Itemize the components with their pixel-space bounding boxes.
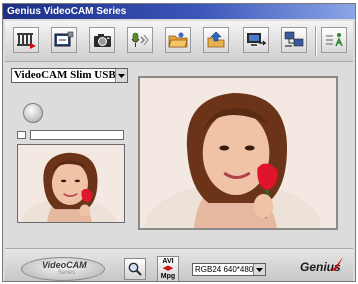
app-window: Genius VideoCAM Series VideoCAM Slim USB… (2, 3, 356, 282)
toolbar-separator (315, 26, 316, 56)
camera-icon (94, 34, 111, 47)
save-icon (207, 31, 225, 48)
window-title: Genius VideoCAM Series (7, 6, 127, 17)
open-folder-button[interactable] (165, 27, 191, 53)
settings-button[interactable] (321, 27, 347, 53)
videocam-logo-subtext: Series (58, 270, 76, 276)
chevron-down-icon[interactable] (115, 69, 127, 82)
audio-button[interactable] (127, 27, 153, 53)
chevron-down-icon[interactable] (253, 264, 265, 275)
list-settings-icon (326, 33, 343, 47)
resolution-value: RGB24 640*480 (195, 265, 254, 274)
format-mpg-label: Mpg (160, 273, 176, 280)
video-format-button[interactable] (13, 27, 39, 53)
format-avi-label: AVI (162, 258, 174, 265)
swap-arrows-icon: ◀▶ (162, 265, 174, 272)
resolution-select[interactable]: RGB24 640*480 (192, 263, 266, 276)
genius-swoosh-icon (332, 257, 343, 271)
monitor-export-icon (247, 33, 267, 46)
preview-toggle-checkbox[interactable] (17, 131, 26, 139)
snapshot-button[interactable] (89, 27, 115, 53)
preview-info-field[interactable] (30, 130, 124, 140)
avi-mpg-format-button[interactable]: AVI ◀▶ Mpg (157, 256, 179, 281)
woman-with-rose-image (140, 78, 336, 228)
folder-icon (168, 32, 188, 48)
magnifier-icon (128, 262, 142, 276)
zoom-button[interactable] (124, 258, 146, 280)
title-bar: Genius VideoCAM Series (3, 4, 355, 19)
network-computers-icon (284, 31, 304, 47)
camera-settings-icon (54, 31, 74, 47)
capture-to-file-button[interactable] (243, 27, 269, 53)
preview-thumbnail (17, 144, 125, 223)
camera-device-select[interactable]: VideoCAM Slim USB2 (11, 68, 128, 83)
app-root: Genius VideoCAM Series VideoCAM Slim USB… (0, 0, 358, 284)
film-strip-icon (17, 33, 36, 49)
main-video-preview (138, 76, 338, 230)
network-button[interactable] (281, 27, 307, 53)
video-source-button[interactable] (51, 27, 77, 53)
round-option-button[interactable] (23, 103, 43, 123)
microphone-icon (131, 32, 149, 47)
toolbar (5, 21, 353, 62)
save-button[interactable] (203, 27, 229, 53)
woman-with-rose-image (18, 145, 124, 222)
videocam-logo-text: VideoCAM (42, 260, 87, 270)
camera-device-value: VideoCAM Slim USB2 (14, 69, 122, 81)
